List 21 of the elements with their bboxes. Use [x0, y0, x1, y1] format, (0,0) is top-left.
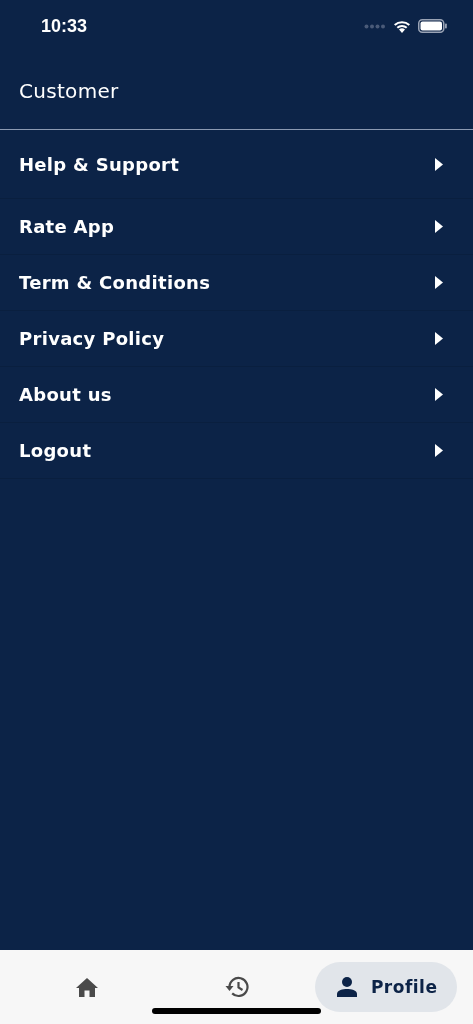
menu-item[interactable]: Logout — [0, 423, 473, 479]
status-time: 10:33 — [41, 15, 88, 37]
home-icon — [75, 977, 98, 997]
caret-icon — [435, 157, 443, 171]
menu-item[interactable]: Term & Conditions — [0, 255, 473, 311]
menu-item[interactable]: Privacy Policy — [0, 311, 473, 367]
wifi-icon — [393, 19, 411, 33]
history-icon — [223, 976, 250, 998]
person-icon — [336, 977, 357, 997]
menu-item[interactable]: Help & Support — [0, 130, 473, 199]
caret-icon — [435, 332, 443, 345]
caret-icon — [435, 276, 443, 289]
nav-tab[interactable]: Profile — [314, 962, 458, 1012]
signal-icon — [364, 23, 386, 29]
menu-item[interactable]: About us — [0, 367, 473, 423]
header-title: Customer — [19, 78, 119, 103]
battery-icon — [418, 19, 447, 33]
caret-icon — [435, 444, 443, 457]
menu-item[interactable]: Rate App — [0, 199, 473, 255]
caret-icon — [435, 388, 443, 401]
caret-icon — [435, 220, 443, 233]
